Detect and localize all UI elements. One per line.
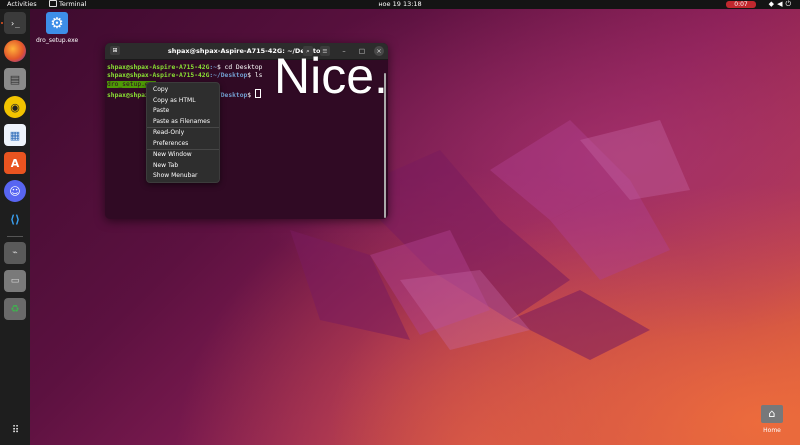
- prompt-path: :~: [209, 64, 217, 71]
- prompt-user: shpax@shpax-Aspire-A715-42G: [107, 72, 210, 80]
- home-folder-label: Home: [763, 427, 781, 434]
- power-icon: ⏻: [785, 0, 794, 8]
- show-apps-icon[interactable]: ⠿: [4, 419, 26, 441]
- network-icon: ◆: [768, 0, 778, 8]
- active-indicator: [1, 22, 3, 24]
- app-name: Terminal: [59, 0, 87, 8]
- usb-drive-icon[interactable]: ⌁: [4, 242, 26, 264]
- menu-item-preferences[interactable]: Preferences: [147, 139, 219, 150]
- menu-item-paste[interactable]: Paste: [147, 106, 219, 117]
- terminal-icon[interactable]: ›_: [4, 12, 26, 34]
- firefox-icon[interactable]: [4, 40, 26, 62]
- disk-drive-icon[interactable]: ▭: [4, 270, 26, 292]
- top-bar: Activities Terminal ное 19 13:18 0:07 ◆◀…: [0, 0, 800, 9]
- discord-icon[interactable]: ☺: [4, 180, 26, 202]
- prompt-user: shpax@shpax-Aspire-A715-42G: [107, 64, 210, 71]
- files-icon[interactable]: ▤: [4, 68, 26, 90]
- app-center-icon[interactable]: A: [4, 152, 26, 174]
- terminal-cursor: [254, 89, 261, 99]
- trash-icon[interactable]: ♻: [4, 298, 26, 320]
- app-menu[interactable]: Terminal: [49, 0, 86, 9]
- activities-button[interactable]: Activities: [7, 0, 37, 9]
- menu-item-copy-as-html[interactable]: Copy as HTML: [147, 96, 219, 107]
- menu-item-read-only[interactable]: Read-Only: [147, 128, 219, 139]
- overlay-caption: Nice.: [274, 48, 388, 104]
- writer-icon[interactable]: ▦: [4, 124, 26, 146]
- menu-item-copy[interactable]: Copy: [147, 85, 219, 96]
- menu-item-paste-as-filenames[interactable]: Paste as Filenames: [147, 117, 219, 128]
- desktop-home-folder[interactable]: ⌂ Home: [758, 405, 786, 434]
- desktop-file-dro-setup[interactable]: ⚙ dro_setup.exe: [36, 12, 78, 44]
- home-folder-icon: ⌂: [761, 405, 783, 423]
- desktop-file-label: dro_setup.exe: [36, 37, 79, 44]
- command-text: $: [247, 92, 255, 100]
- command-text: $ cd Desktop: [216, 64, 263, 71]
- system-tray[interactable]: ◆◀⏻: [769, 0, 794, 9]
- vscode-icon[interactable]: ⟨⟩: [4, 208, 26, 230]
- terminal-icon: [49, 0, 57, 7]
- gear-icon: ⚙: [46, 12, 68, 34]
- dock-separator: [7, 236, 23, 237]
- menu-item-new-window[interactable]: New Window: [147, 150, 219, 161]
- menu-item-new-tab[interactable]: New Tab: [147, 161, 219, 172]
- clock[interactable]: ное 19 13:18: [378, 0, 421, 9]
- command-text: $ ls: [247, 72, 263, 80]
- dock: ›_ ▤ ◉ ▦ A ☺ ⟨⟩ ⌁ ▭ ♻ ⠿: [0, 9, 30, 445]
- context-menu: Copy Copy as HTML Paste Paste as Filenam…: [146, 82, 220, 183]
- prompt-path: :~/Desktop: [209, 72, 248, 80]
- rhythmbox-icon[interactable]: ◉: [4, 96, 26, 118]
- recording-indicator[interactable]: 0:07: [726, 1, 756, 8]
- menu-item-show-menubar[interactable]: Show Menubar: [147, 171, 219, 182]
